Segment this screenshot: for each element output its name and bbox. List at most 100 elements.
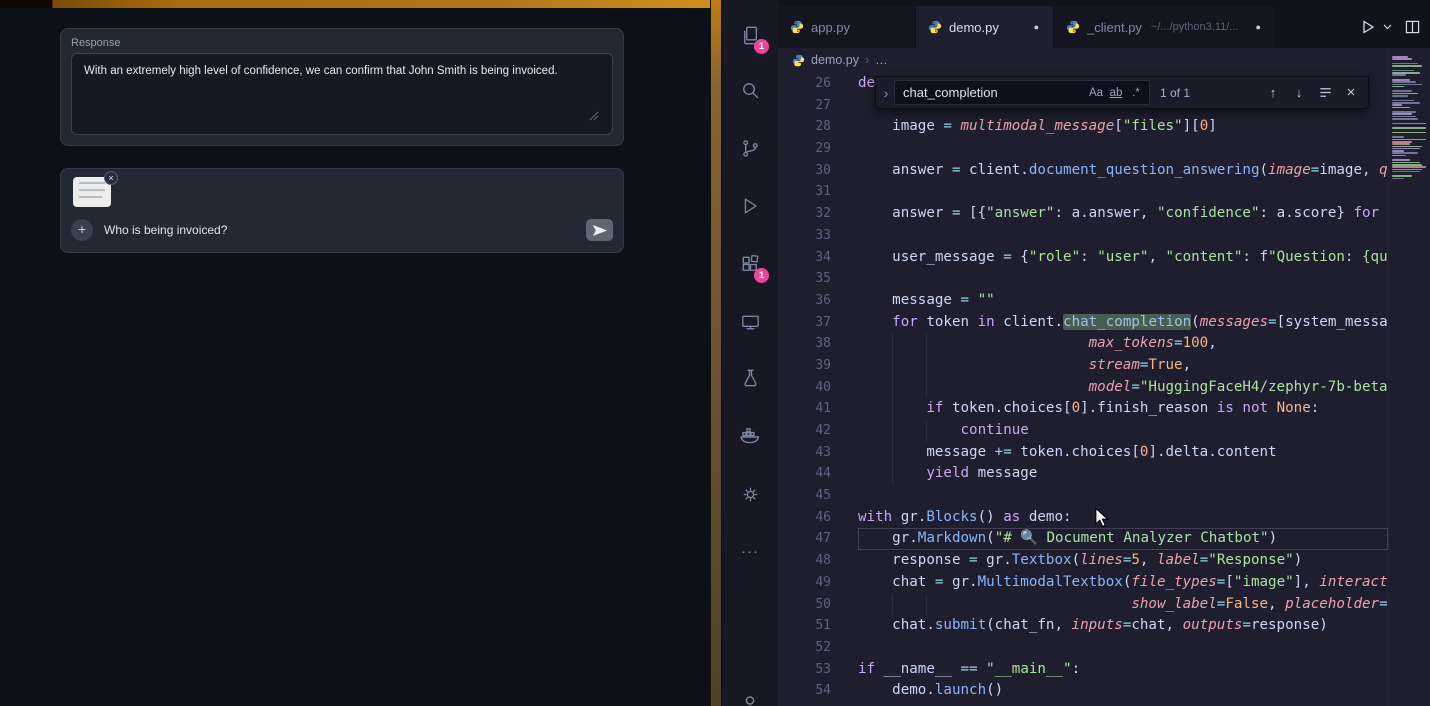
tab-description: ~/.../python3.11/... — [1151, 21, 1239, 33]
code-line[interactable]: stream=True, — [858, 355, 1388, 377]
regex-button[interactable]: .* — [1126, 83, 1146, 103]
python-icon — [1066, 20, 1080, 34]
remove-attachment-button[interactable]: × — [104, 171, 118, 185]
find-in-selection-button[interactable] — [1315, 83, 1335, 103]
resize-handle-icon[interactable] — [589, 111, 599, 121]
code-line[interactable]: max_tokens=100, — [858, 333, 1388, 355]
code-line[interactable] — [858, 225, 1388, 247]
split-editor-button[interactable] — [1402, 16, 1422, 38]
response-text: With an extremely high level of confiden… — [84, 65, 558, 77]
explorer-badge: 1 — [754, 39, 769, 54]
source-control-icon[interactable] — [722, 128, 778, 168]
python-icon — [928, 20, 942, 34]
tab-bar: app.py demo.py ● _client.py ~/.../python… — [778, 0, 1430, 48]
search-icon[interactable] — [722, 70, 778, 110]
account-icon[interactable] — [722, 683, 778, 706]
code-line[interactable] — [858, 138, 1388, 160]
docker-icon[interactable] — [722, 416, 778, 456]
line-number-gutter: 2627282930313233343536373839404142434445… — [778, 73, 858, 706]
code-line[interactable]: message += token.choices[0].delta.conten… — [858, 442, 1388, 464]
code-line[interactable]: gr.Markdown("# 🔍 Document Analyzer Chatb… — [858, 528, 1388, 550]
breadcrumb[interactable]: demo.py › … — [778, 48, 1388, 72]
code-line[interactable]: model="HuggingFaceH4/zephyr-7b-beta"): — [858, 377, 1388, 399]
mouse-cursor — [1093, 508, 1111, 528]
gradio-app-pane: Response With an extremely high level of… — [0, 0, 710, 706]
vscode-window: 1 1 — [722, 0, 1430, 706]
response-label: Response — [71, 37, 121, 49]
tab-demo-py[interactable]: demo.py ● — [916, 6, 1054, 48]
toggle-replace-chevron-icon[interactable]: › — [878, 85, 894, 101]
find-query-text[interactable]: chat_completion — [903, 85, 1086, 100]
config-tool-gear-icon[interactable] — [722, 474, 778, 514]
tab-client-py[interactable]: _client.py ~/.../python3.11/... ● — [1054, 6, 1276, 48]
editor-actions — [1358, 6, 1430, 48]
window-accent-bar — [0, 0, 710, 8]
explorer-icon[interactable]: 1 — [722, 15, 778, 55]
remote-explorer-icon[interactable] — [722, 302, 778, 342]
match-case-button[interactable]: Aa — [1086, 83, 1106, 103]
find-actions: ↑ ↓ × — [1263, 83, 1368, 103]
breadcrumb-separator: › — [865, 53, 869, 67]
minimap[interactable] — [1388, 48, 1430, 706]
modified-dot-icon[interactable]: ● — [1245, 22, 1260, 32]
code-lines[interactable]: def chat_fn(multimodal_message): image =… — [858, 73, 1388, 706]
chat-input-block: × + Who is being invoiced? — [60, 168, 624, 253]
code-line[interactable]: image = multimodal_message["files"][0] — [858, 116, 1388, 138]
code-editor[interactable]: 2627282930313233343536373839404142434445… — [778, 72, 1430, 706]
run-debug-icon[interactable] — [722, 186, 778, 226]
code-line[interactable]: response = gr.Textbox(lines=5, label="Re… — [858, 550, 1388, 572]
next-match-button[interactable]: ↓ — [1289, 83, 1309, 103]
code-line[interactable]: yield message — [858, 463, 1388, 485]
python-icon — [790, 20, 804, 34]
breadcrumb-more[interactable]: … — [875, 53, 888, 67]
code-line[interactable]: answer = client.document_question_answer… — [858, 160, 1388, 182]
code-line[interactable]: continue — [858, 420, 1388, 442]
code-line[interactable]: user_message = {"role": "user", "content… — [858, 247, 1388, 269]
python-icon — [792, 54, 805, 67]
run-python-file-button[interactable] — [1358, 16, 1378, 38]
previous-match-button[interactable]: ↑ — [1263, 83, 1283, 103]
code-line[interactable]: message = "" — [858, 290, 1388, 312]
code-line[interactable] — [858, 637, 1388, 659]
split-sash[interactable] — [710, 0, 722, 706]
code-line[interactable]: chat.submit(chat_fn, inputs=chat, output… — [858, 615, 1388, 637]
send-button[interactable] — [586, 219, 613, 241]
response-block: Response With an extremely high level of… — [60, 28, 624, 146]
code-line[interactable] — [858, 181, 1388, 203]
code-line[interactable]: if __name__ == "__main__": — [858, 659, 1388, 681]
tab-label: app.py — [811, 20, 850, 35]
response-textarea[interactable]: With an extremely high level of confiden… — [71, 53, 613, 135]
more-views-icon[interactable]: ··· — [722, 531, 778, 571]
activity-bar: 1 1 — [722, 0, 778, 706]
testing-flask-icon[interactable] — [722, 358, 778, 398]
breadcrumb-file[interactable]: demo.py — [811, 53, 859, 67]
code-line[interactable]: demo.launch() — [858, 680, 1388, 702]
extensions-badge: 1 — [754, 268, 769, 283]
find-results-count: 1 of 1 — [1160, 86, 1190, 100]
screen: Response With an extremely high level of… — [0, 0, 1430, 706]
code-line[interactable] — [858, 702, 1388, 706]
code-line[interactable] — [858, 268, 1388, 290]
more-views-label: ··· — [741, 543, 759, 560]
find-widget: › chat_completion Aa ab .* 1 of 1 ↑ ↓ × — [875, 76, 1369, 109]
modified-dot-icon[interactable]: ● — [1024, 22, 1039, 32]
add-file-button[interactable]: + — [71, 219, 93, 241]
send-icon — [592, 224, 608, 237]
extensions-icon[interactable]: 1 — [722, 244, 778, 284]
tab-label: demo.py — [949, 20, 999, 35]
run-dropdown-chevron-icon[interactable] — [1381, 16, 1393, 38]
code-line[interactable]: chat = gr.MultimodalTextbox(file_types=[… — [858, 572, 1388, 594]
code-line[interactable] — [858, 485, 1388, 507]
close-find-button[interactable]: × — [1341, 83, 1361, 103]
chat-message-input[interactable]: Who is being invoiced? — [104, 223, 586, 237]
code-line[interactable]: show_label=False, placeholder="Upload an… — [858, 594, 1388, 616]
tab-app-py[interactable]: app.py — [778, 6, 916, 48]
chat-input-row: + Who is being invoiced? — [71, 217, 613, 243]
code-line[interactable]: answer = [{"answer": a.answer, "confiden… — [858, 203, 1388, 225]
code-line[interactable]: if token.choices[0].finish_reason is not… — [858, 398, 1388, 420]
code-line[interactable]: with gr.Blocks() as demo: — [858, 507, 1388, 529]
find-input[interactable]: chat_completion Aa ab .* — [894, 80, 1150, 105]
tab-label: _client.py — [1087, 20, 1142, 35]
whole-word-button[interactable]: ab — [1106, 83, 1126, 103]
code-line[interactable]: for token in client.chat_completion(mess… — [858, 312, 1388, 334]
